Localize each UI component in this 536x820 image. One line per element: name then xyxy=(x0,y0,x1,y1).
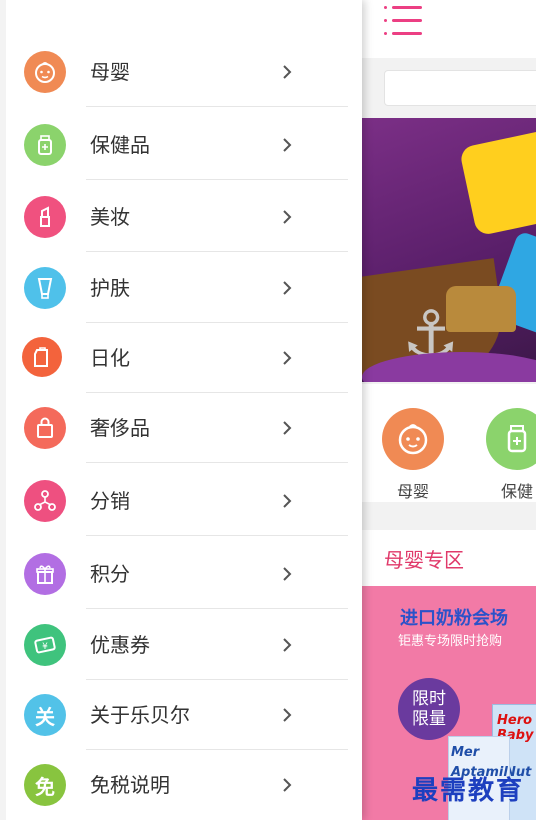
drawer-item-makeup[interactable]: 美妆 xyxy=(0,182,362,252)
chevron-right-icon xyxy=(283,281,292,295)
svg-text:¥: ¥ xyxy=(42,642,48,652)
medicine-bottle-icon xyxy=(24,124,66,166)
category-baby[interactable]: 母婴 xyxy=(378,408,448,502)
divider xyxy=(86,535,348,536)
drawer-item-label: 母婴 xyxy=(90,60,130,84)
drawer-item-luxury[interactable]: 奢侈品 xyxy=(0,393,362,463)
treasure-chest xyxy=(446,286,516,332)
gift-icon xyxy=(24,553,66,595)
divider xyxy=(86,608,348,609)
divider xyxy=(86,462,348,463)
drawer-item-label: 美妆 xyxy=(90,205,130,229)
baby-face-icon xyxy=(24,51,66,93)
drawer-item-baby[interactable]: 母婴 xyxy=(0,37,362,107)
top-bar xyxy=(362,0,536,58)
chevron-right-icon xyxy=(283,494,292,508)
shopping-bag-icon xyxy=(24,407,66,449)
chevron-right-icon xyxy=(283,567,292,581)
search-input[interactable] xyxy=(384,70,536,106)
coupon-icon: ¥ xyxy=(24,624,66,666)
drawer-item-label: 保健品 xyxy=(90,133,150,157)
drawer-item-coupon[interactable]: ¥ 优惠券 xyxy=(0,610,362,680)
drawer-item-daily-chemical[interactable]: 日化 xyxy=(0,323,362,393)
drawer-item-label: 护肤 xyxy=(90,276,130,300)
drawer-item-about[interactable]: 关 关于乐贝尔 xyxy=(0,680,362,750)
drawer-item-label: 分销 xyxy=(90,489,130,513)
chevron-right-icon xyxy=(283,210,292,224)
divider xyxy=(86,251,348,252)
category-label: 保健 xyxy=(500,482,533,501)
drawer-item-label: 免税说明 xyxy=(90,773,170,797)
main-page: ⚓ 母婴 保健 母婴专区 进口奶粉会场 钜惠专场限时抢购 限时 限量 Hero … xyxy=(362,0,536,820)
chevron-right-icon xyxy=(283,708,292,722)
banner-sign xyxy=(458,125,536,237)
chevron-right-icon xyxy=(283,778,292,792)
drawer-item-points[interactable]: 积分 xyxy=(0,539,362,609)
drawer-item-skincare[interactable]: 护肤 xyxy=(0,253,362,323)
drawer-item-distribution[interactable]: 分销 xyxy=(0,466,362,536)
icon-text: 免 xyxy=(35,774,55,799)
drawer-item-label: 奢侈品 xyxy=(90,416,150,440)
chevron-right-icon xyxy=(283,638,292,652)
promo-title: 进口奶粉会场 xyxy=(400,608,508,629)
product-text: Mer xyxy=(451,745,480,760)
category-row: 母婴 保健 xyxy=(362,384,536,502)
category-label: 母婴 xyxy=(396,482,429,501)
promo-subtitle: 钜惠专场限时抢购 xyxy=(398,634,503,649)
chevron-right-icon xyxy=(283,65,292,79)
skincare-tube-icon xyxy=(24,267,66,309)
side-drawer: 母婴 保健品 美妆 护肤 日化 奢侈品 分销 积分 ¥ 优惠券 关 关于乐贝尔 … xyxy=(0,0,362,820)
drawer-item-label: 关于乐贝尔 xyxy=(90,703,190,727)
chevron-right-icon xyxy=(283,351,292,365)
lipstick-icon xyxy=(24,196,66,238)
divider xyxy=(86,106,348,107)
limited-badge: 限时 限量 xyxy=(398,678,460,740)
badge-line-2: 限量 xyxy=(412,709,446,729)
drawer-item-health[interactable]: 保健品 xyxy=(0,110,362,180)
chevron-right-icon xyxy=(283,421,292,435)
drawer-item-label: 优惠券 xyxy=(90,633,150,657)
divider xyxy=(86,179,348,180)
promo-banner[interactable]: ⚓ xyxy=(362,118,536,382)
icon-text: 关 xyxy=(35,704,55,729)
tax-free-icon: 免 xyxy=(24,764,66,806)
drawer-item-label: 积分 xyxy=(90,562,130,586)
menu-icon[interactable] xyxy=(384,6,422,38)
distribution-nodes-icon xyxy=(24,480,66,522)
watermark: 最需教育 xyxy=(412,776,525,806)
category-health[interactable]: 保健 xyxy=(482,408,536,502)
badge-line-1: 限时 xyxy=(412,689,446,709)
drawer-item-label: 日化 xyxy=(90,346,130,370)
baby-face-icon xyxy=(382,408,444,470)
chevron-right-icon xyxy=(283,138,292,152)
zone-title: 母婴专区 xyxy=(384,548,464,572)
about-icon: 关 xyxy=(24,694,66,736)
drawer-item-tax-free[interactable]: 免 免税说明 xyxy=(0,750,362,820)
daily-chemical-icon xyxy=(22,337,62,377)
medicine-bottle-icon xyxy=(486,408,536,470)
